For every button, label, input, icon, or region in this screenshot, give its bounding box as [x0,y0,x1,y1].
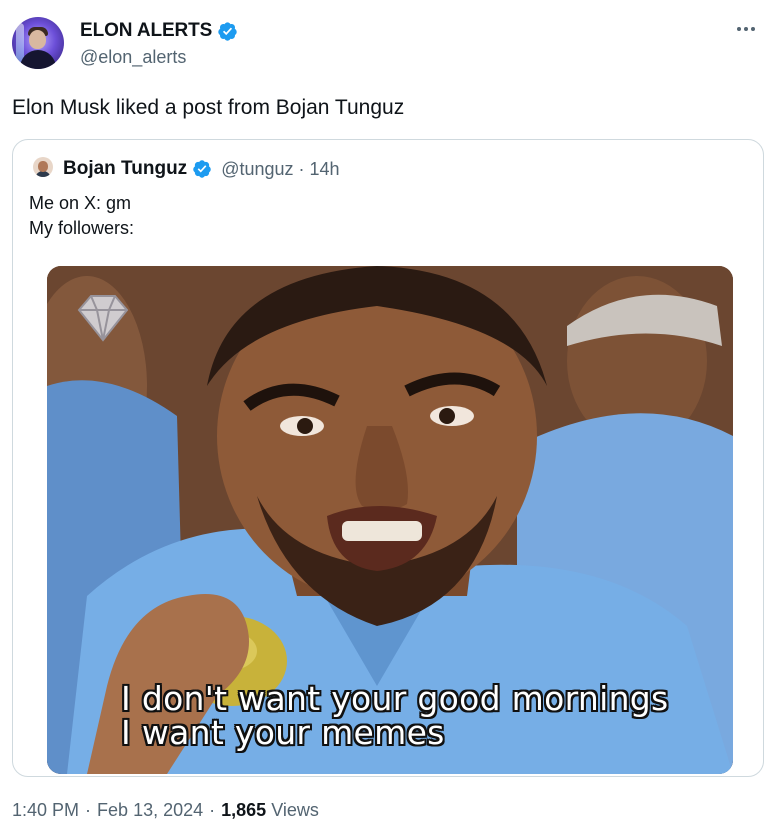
quoted-author-avatar[interactable] [33,157,53,177]
meme-image[interactable]: I don't want your good mornings I want y… [47,266,733,774]
meme-caption-line: I want your memes [121,713,445,752]
author-handle[interactable]: @elon_alerts [80,47,186,68]
post-time[interactable]: 1:40 PM [12,800,79,821]
meme-caption-line: I don't want your good mornings [121,679,669,718]
author-avatar[interactable] [12,17,64,69]
views-count: 1,865 [221,800,267,820]
post-date[interactable]: Feb 13, 2024 [97,800,203,821]
quoted-display-name[interactable]: Bojan Tunguz [63,158,187,180]
more-dot-icon [737,27,741,31]
quoted-tweet-card[interactable]: Bojan Tunguz @tunguz · 14h Me on X: gm M… [12,139,764,777]
author-display-name[interactable]: ELON ALERTS [80,20,212,42]
more-dot-icon [751,27,755,31]
quoted-separator: · [298,158,305,179]
avatar-head [29,30,46,49]
quoted-text-line: My followers: [29,218,135,238]
meme-caption: I don't want your good mornings I want y… [121,682,669,750]
quoted-avatar-face [38,161,48,172]
views-label: Views [271,800,319,820]
tweet-footer: 1:40 PM · Feb 13, 2024 · 1,865 Views [12,800,319,821]
quoted-text-line: Me on X: gm [29,193,132,213]
quoted-time[interactable]: 14h [310,159,340,180]
verified-badge-icon [218,21,237,41]
quoted-tweet-text: Me on X: gm My followers: [29,191,134,241]
tweet-text: Elon Musk liked a post from Bojan Tunguz [12,96,405,119]
author-name-row[interactable]: ELON ALERTS [80,20,238,42]
footer-separator: · [209,800,216,820]
quoted-author-row: Bojan Tunguz @tunguz · 14h [63,158,340,180]
more-options-button[interactable] [732,18,760,40]
verified-badge-icon [193,160,211,178]
more-dot-icon [744,27,748,31]
avatar-torso [20,50,56,69]
quoted-handle[interactable]: @tunguz [221,159,293,180]
footer-separator: · [85,800,92,820]
